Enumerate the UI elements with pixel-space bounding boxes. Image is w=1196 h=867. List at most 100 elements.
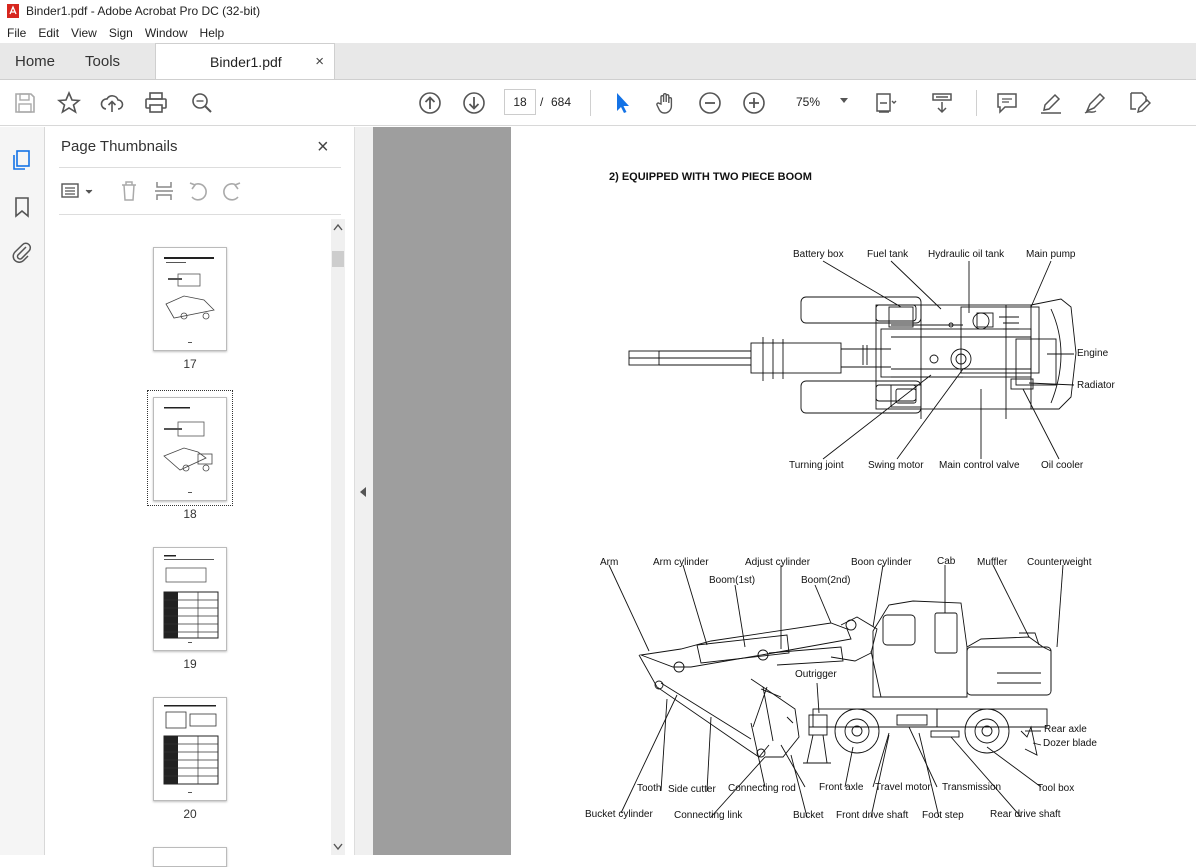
collapse-panel-icon[interactable] bbox=[360, 487, 366, 497]
label-connecting-link: Connecting link bbox=[674, 810, 743, 821]
label-arm-cylinder: Arm cylinder bbox=[653, 557, 709, 568]
panel-splitter[interactable] bbox=[354, 127, 373, 855]
highlight-pen-icon[interactable] bbox=[1039, 91, 1063, 115]
thumbnail-toolbar bbox=[59, 167, 341, 215]
menu-sign[interactable]: Sign bbox=[102, 26, 138, 40]
page-thumbnail-19[interactable] bbox=[153, 547, 227, 651]
scroll-up-icon[interactable] bbox=[333, 223, 343, 231]
document-tab-label: Binder1.pdf bbox=[210, 53, 282, 70]
fill-sign-icon[interactable] bbox=[1127, 91, 1152, 115]
rotate-left-icon[interactable] bbox=[187, 180, 209, 202]
menu-edit[interactable]: Edit bbox=[31, 26, 64, 40]
thumbnail-label: 17 bbox=[183, 357, 197, 371]
extract-pages-icon[interactable] bbox=[153, 180, 175, 202]
comment-icon[interactable] bbox=[995, 91, 1019, 115]
menu-file[interactable]: File bbox=[0, 26, 31, 40]
save-icon[interactable] bbox=[13, 91, 37, 115]
label-foot-step: Foot step bbox=[922, 810, 964, 821]
left-navigation-rail bbox=[0, 127, 45, 855]
upload-cloud-icon[interactable] bbox=[100, 91, 124, 115]
select-cursor-icon[interactable] bbox=[610, 91, 634, 115]
label-front-axle: Front axle bbox=[819, 782, 864, 793]
toolbar: 18 / 684 75% bbox=[0, 80, 1196, 126]
menu-bar: File Edit View Sign Window Help bbox=[0, 22, 1196, 43]
close-icon[interactable]: × bbox=[317, 136, 329, 159]
label-boom-2nd: Boom(2nd) bbox=[801, 575, 851, 586]
label-boon-cylinder: Boon cylinder bbox=[851, 557, 912, 568]
zoom-value: 75% bbox=[796, 95, 821, 109]
zoom-out-icon[interactable] bbox=[698, 91, 722, 115]
label-main-control-valve: Main control valve bbox=[939, 460, 1020, 471]
acrobat-icon bbox=[7, 4, 19, 18]
page-thumbnails-icon[interactable] bbox=[11, 149, 33, 171]
label-rear-drive-shaft: Rear drive shaft bbox=[990, 809, 1061, 820]
label-travel-motor: Travel motor bbox=[875, 782, 931, 793]
toolbar-divider bbox=[590, 90, 591, 116]
label-battery-box: Battery box bbox=[793, 249, 844, 260]
page-thumbnail-next[interactable] bbox=[153, 847, 227, 867]
scroll-down-icon[interactable] bbox=[333, 843, 343, 851]
scrollbar-thumb[interactable] bbox=[332, 251, 344, 267]
page-number-input[interactable]: 18 bbox=[504, 89, 536, 115]
menu-window[interactable]: Window bbox=[138, 26, 193, 40]
close-tab-icon[interactable]: × bbox=[315, 53, 324, 70]
zoom-in-icon[interactable] bbox=[742, 91, 766, 115]
thumbnail-label: 19 bbox=[183, 657, 197, 671]
label-engine: Engine bbox=[1077, 348, 1109, 359]
thumbnail-label: 20 bbox=[183, 807, 197, 821]
label-turning-joint: Turning joint bbox=[789, 460, 844, 471]
label-bucket-cylinder: Bucket cylinder bbox=[585, 809, 653, 820]
previous-page-icon[interactable] bbox=[418, 91, 442, 115]
options-menu-icon[interactable] bbox=[61, 180, 95, 202]
thumbnail-preview bbox=[164, 257, 215, 343]
zoom-level-select[interactable]: 75% bbox=[784, 89, 856, 115]
print-icon[interactable] bbox=[144, 91, 168, 115]
pdf-page: 2) EQUIPPED WITH TWO PIECE BOOM Battery … bbox=[511, 127, 1196, 855]
bookmark-icon[interactable] bbox=[11, 196, 33, 218]
label-side-cutter: Side cutter bbox=[668, 784, 716, 795]
label-counterweight: Counterweight bbox=[1027, 557, 1092, 568]
tab-document[interactable]: Binder1.pdf × bbox=[155, 43, 336, 79]
star-icon[interactable] bbox=[56, 90, 82, 115]
label-boom-1st: Boom(1st) bbox=[709, 575, 756, 586]
label-tool-box: Tool box bbox=[1037, 783, 1075, 794]
label-outrigger: Outrigger bbox=[795, 669, 837, 680]
label-main-pump: Main pump bbox=[1026, 249, 1076, 260]
toolbar-divider bbox=[976, 90, 977, 116]
page-thumbnail-20[interactable] bbox=[153, 697, 227, 801]
thumbnail-scrollbar[interactable] bbox=[331, 219, 345, 855]
page-separator: / bbox=[540, 95, 544, 109]
label-dozer-blade: Dozer blade bbox=[1043, 738, 1097, 749]
thumbnail-preview bbox=[163, 407, 213, 493]
label-tooth: Tooth bbox=[637, 783, 662, 794]
menu-help[interactable]: Help bbox=[193, 26, 230, 40]
delete-page-icon[interactable] bbox=[118, 180, 140, 202]
next-page-icon[interactable] bbox=[462, 91, 486, 115]
label-fuel-tank: Fuel tank bbox=[867, 249, 909, 260]
rotate-right-icon[interactable] bbox=[221, 180, 243, 202]
label-swing-motor: Swing motor bbox=[868, 460, 924, 471]
title-bar: Binder1.pdf - Adobe Acrobat Pro DC (32-b… bbox=[0, 0, 1196, 22]
thumbnail-label: 18 bbox=[183, 507, 197, 521]
menu-view[interactable]: View bbox=[64, 26, 102, 40]
label-adjust-cylinder: Adjust cylinder bbox=[745, 557, 811, 568]
label-radiator: Radiator bbox=[1077, 380, 1115, 391]
label-rear-axle: Rear axle bbox=[1044, 724, 1087, 735]
page-thumbnails-panel: Page Thumbnails × 17 18 19 20 bbox=[45, 127, 354, 867]
attachment-icon[interactable] bbox=[11, 241, 33, 263]
document-canvas[interactable]: 2) EQUIPPED WITH TWO PIECE BOOM Battery … bbox=[373, 127, 1196, 855]
draw-tool-icon[interactable] bbox=[1083, 91, 1107, 115]
label-oil-cooler: Oil cooler bbox=[1041, 460, 1084, 471]
page-fit-icon[interactable] bbox=[874, 91, 898, 115]
label-bucket: Bucket bbox=[793, 810, 824, 821]
label-muffler: Muffler bbox=[977, 557, 1008, 568]
tab-tools[interactable]: Tools bbox=[70, 43, 135, 79]
hand-tool-icon[interactable] bbox=[654, 91, 678, 115]
label-front-drive-shaft: Front drive shaft bbox=[836, 810, 909, 821]
scroll-mode-icon[interactable] bbox=[930, 91, 954, 115]
zoom-search-icon[interactable] bbox=[190, 91, 214, 115]
tab-home[interactable]: Home bbox=[0, 43, 70, 79]
chevron-down-icon bbox=[840, 98, 848, 103]
page-thumbnail-17[interactable] bbox=[153, 247, 227, 351]
page-thumbnail-18[interactable] bbox=[153, 397, 227, 501]
